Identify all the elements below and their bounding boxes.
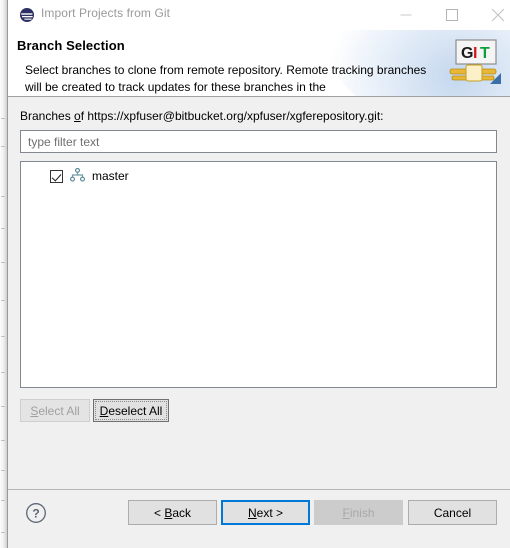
svg-text:G: G: [461, 45, 473, 62]
back-button[interactable]: < Back: [128, 500, 217, 525]
next-button[interactable]: Next >: [221, 500, 310, 525]
close-button[interactable]: [475, 0, 510, 30]
back-prefix: <: [153, 505, 165, 520]
deselect-all-label: eselect All: [108, 403, 163, 418]
git-logo-icon: G I T: [444, 38, 502, 90]
wizard-header: Branch Selection Select branches to clon…: [8, 30, 510, 97]
finish-mnemonic: F: [342, 505, 350, 520]
cancel-label: Cancel: [433, 505, 472, 520]
back-label: ack: [172, 505, 192, 520]
background-window-sliver: [0, 0, 7, 548]
page-title: Branch Selection: [17, 38, 125, 53]
branches-label-mnemonic: o: [74, 109, 81, 123]
branch-checkbox[interactable]: [50, 169, 63, 183]
filter-input[interactable]: type filter text: [20, 130, 497, 153]
branches-label-suffix: f https://xpfuser@bitbucket.org/xpfuser/…: [80, 109, 384, 123]
next-mnemonic: N: [247, 505, 257, 520]
dialog-screenshot: Import Projects from Git Branch Selectio…: [0, 0, 510, 548]
next-label: ext >: [256, 505, 284, 520]
import-projects-from-git-dialog: Import Projects from Git Branch Selectio…: [7, 0, 510, 548]
select-all-button[interactable]: Select All: [20, 399, 90, 422]
help-icon[interactable]: ?: [25, 502, 47, 524]
maximize-button[interactable]: [429, 0, 474, 30]
wizard-body: Branches of https://xpfuser@bitbucket.or…: [8, 97, 510, 489]
eclipse-icon: [19, 7, 35, 23]
deselect-all-button[interactable]: Deselect All: [93, 399, 169, 422]
branches-label: Branches of https://xpfuser@bitbucket.or…: [20, 109, 383, 123]
branch-name: master: [92, 169, 129, 183]
tree-row[interactable]: master: [21, 167, 129, 185]
title-bar: Import Projects from Git: [8, 0, 510, 30]
svg-text:?: ?: [32, 507, 39, 521]
minimize-button[interactable]: [383, 0, 428, 30]
git-branch-icon: [70, 167, 86, 185]
svg-text:I: I: [473, 45, 477, 62]
wizard-footer: ? < Back Next > Finish Cancel: [8, 489, 510, 548]
branches-tree[interactable]: master: [20, 161, 497, 388]
branches-label-prefix: Branches: [20, 109, 75, 123]
window-title: Import Projects from Git: [41, 6, 171, 20]
deselect-all-mnemonic: D: [99, 403, 109, 418]
finish-label: inish: [349, 505, 375, 520]
select-all-label: elect All: [38, 403, 80, 418]
page-description: Select branches to clone from remote rep…: [25, 63, 427, 94]
cancel-button[interactable]: Cancel: [408, 500, 497, 525]
filter-placeholder: type filter text: [28, 135, 100, 149]
svg-text:T: T: [480, 45, 490, 62]
finish-button[interactable]: Finish: [314, 500, 403, 525]
